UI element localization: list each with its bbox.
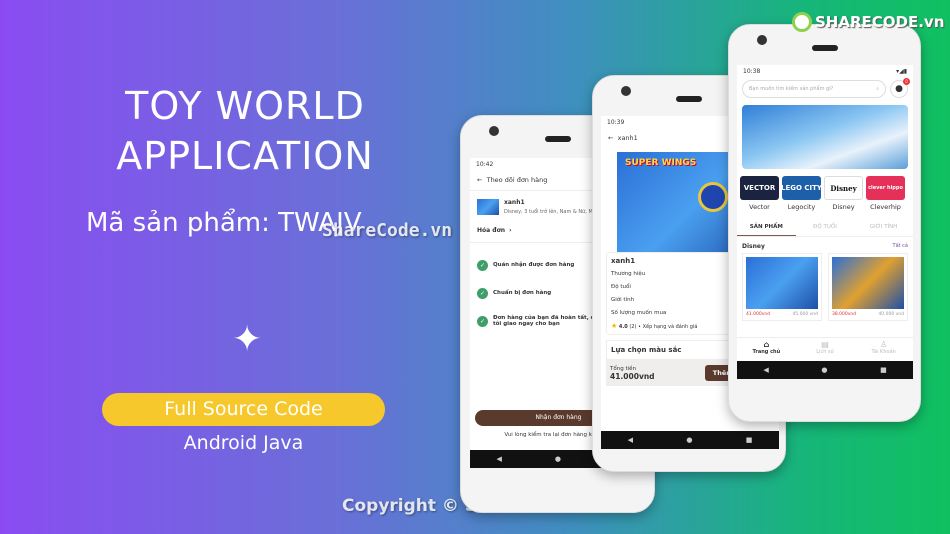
brand-cleverhip[interactable]: clever hippo Cleverhip <box>866 176 905 211</box>
back-icon[interactable]: ← <box>477 176 482 184</box>
see-all-link[interactable]: Tất cả <box>893 243 908 250</box>
full-source-badge: Full Source Code <box>102 393 385 426</box>
brand-cleverhip-label: Cleverhip <box>870 203 901 211</box>
product-code: Mã sản phẩm: TWAJV <box>86 208 362 238</box>
user-icon: ♙ <box>880 340 888 349</box>
title-line2: APPLICATION <box>116 134 374 178</box>
tab-gender[interactable]: GIỚI TÍNH <box>854 219 913 236</box>
star-icon: ★ <box>611 322 618 330</box>
nav-home[interactable]: ⌂ Trang chủ <box>737 338 796 361</box>
total-value: 41.000vnd <box>610 371 655 381</box>
logo-text: SHARECODE.vn <box>815 13 945 31</box>
sparkle-icon: ✦ <box>232 319 263 360</box>
home-icon: ⌂ <box>763 340 770 349</box>
watermark: ShareCode.vn <box>322 220 453 241</box>
status-time: 10:38 <box>743 68 761 75</box>
back-nav-icon: ◀ <box>763 366 769 374</box>
brand-legocity[interactable]: LEGO CITY Legocity <box>782 176 821 211</box>
logo-icon <box>792 12 812 32</box>
platform-label: Android Java <box>183 432 304 454</box>
signal-icon: ▾◢▮ <box>896 68 907 75</box>
home-nav-icon: ● <box>821 366 828 374</box>
screen-header: Theo dõi đơn hàng <box>486 176 548 184</box>
back-icon[interactable]: ← <box>608 134 613 142</box>
recents-nav-icon: ■ <box>880 366 887 374</box>
cart-badge: 0 <box>903 78 910 85</box>
screen-header: xanh1 <box>617 134 638 142</box>
banner-image[interactable] <box>742 105 908 169</box>
brand-vector[interactable]: VECTOR Vector <box>740 176 779 211</box>
search-input[interactable]: Bạn muốn tìm kiếm sản phẩm gì? ⌕ <box>742 80 886 98</box>
product-thumb <box>477 199 499 215</box>
title-line1: TOY WORLD <box>125 84 365 128</box>
tab-products[interactable]: SẢN PHẨM <box>737 219 796 236</box>
search-icon: ⌕ <box>876 86 879 92</box>
cart-button[interactable]: ● 0 <box>890 78 910 98</box>
brand-disney[interactable]: Disney Disney <box>824 176 863 211</box>
product-card[interactable]: 41.000vnd 45.000 vnd <box>742 253 822 321</box>
section-title: Disney <box>742 243 765 250</box>
product-card[interactable]: 38.000vnd 40.000 vnd <box>828 253 908 321</box>
home-screen: 10:38 ▾◢▮ Bạn muốn tìm kiếm sản phẩm gì? ⌕… <box>737 65 913 379</box>
nav-account[interactable]: ♙ Tài Khoản <box>854 338 913 361</box>
phone-home: 10:38 ▾◢▮ Bạn muốn tìm kiếm sản phẩm gì? ⌕… <box>728 24 921 422</box>
sharecode-logo: SHARECODE.vn <box>792 12 944 32</box>
tab-age[interactable]: ĐỘ TUỔI <box>796 219 855 236</box>
history-icon: ▤ <box>821 340 829 349</box>
nav-history[interactable]: ▤ Lịch sử <box>796 338 855 361</box>
